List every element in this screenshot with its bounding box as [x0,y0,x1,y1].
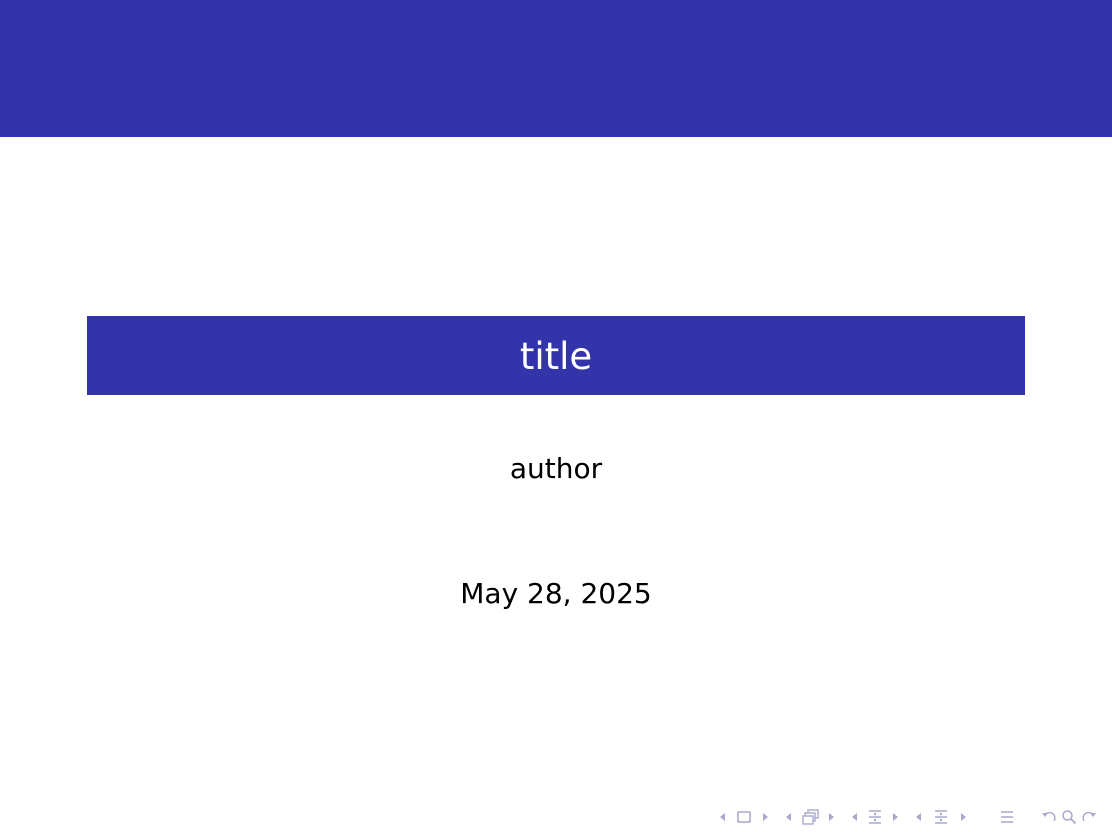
navigation-bar [718,806,1098,828]
header-bar [0,0,1112,137]
subsection-icon[interactable] [866,806,884,828]
presentation-date: May 28, 2025 [460,577,652,610]
search-icon[interactable] [1060,806,1078,828]
frame-icon[interactable] [800,806,822,828]
next-subsection-arrow-icon[interactable] [890,806,900,828]
next-slide-arrow-icon[interactable] [760,806,770,828]
author-name: author [509,452,603,485]
forward-icon[interactable] [1080,806,1098,828]
prev-subsection-arrow-icon[interactable] [850,806,860,828]
back-icon[interactable] [1040,806,1058,828]
prev-slide-arrow-icon[interactable] [718,806,728,828]
next-section-arrow-icon[interactable] [958,806,968,828]
prev-frame-arrow-icon[interactable] [784,806,794,828]
align-icon[interactable] [998,806,1016,828]
slide: title author May 28, 2025 [0,0,1112,832]
title-box: title [87,316,1025,395]
section-icon[interactable] [932,806,950,828]
prev-section-arrow-icon[interactable] [914,806,924,828]
slide-title: title [519,335,593,378]
next-frame-arrow-icon[interactable] [826,806,836,828]
slide-icon[interactable] [736,806,752,828]
